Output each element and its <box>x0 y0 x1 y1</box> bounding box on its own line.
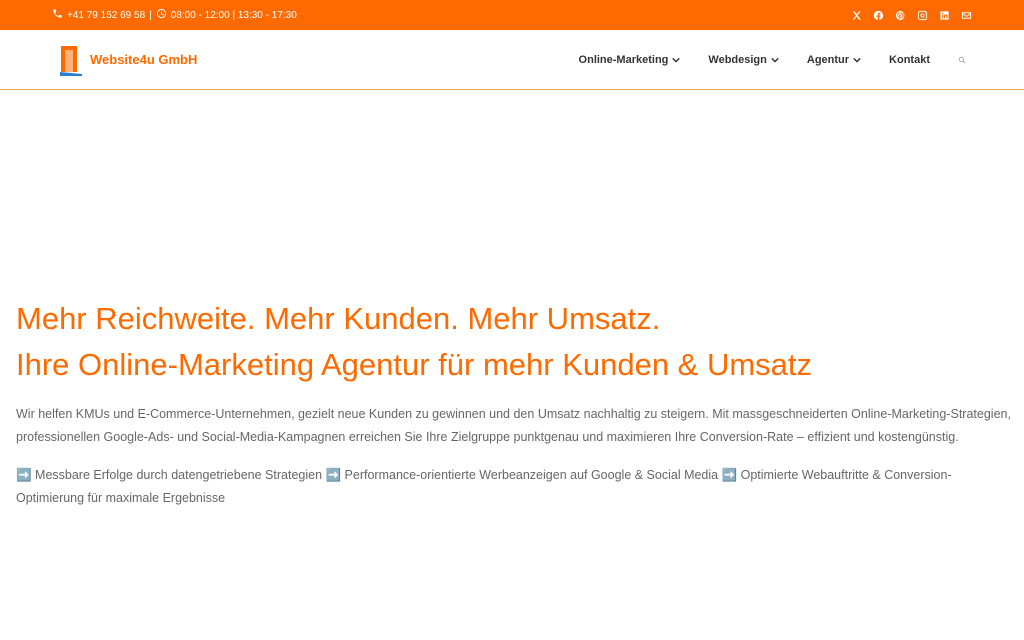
phone-number[interactable]: +41 79 152 69 58 <box>67 10 145 21</box>
logo-mark-icon <box>60 45 82 76</box>
site-header: Website4u GmbH Online-Marketing Webdesig… <box>0 30 1024 90</box>
nav-label: Webdesign <box>708 53 767 66</box>
linkedin-icon[interactable] <box>938 9 950 21</box>
hero-headline-2: Ihre Online-Marketing Agentur für mehr K… <box>16 347 813 382</box>
mail-icon[interactable] <box>960 9 972 21</box>
instagram-icon[interactable] <box>916 9 928 21</box>
nav-agentur[interactable]: Agentur <box>807 54 861 66</box>
chevron-down-icon <box>672 57 681 63</box>
top-bar: +41 79 152 69 58 | 08:00 - 12:00 | 13:30… <box>0 0 1024 30</box>
pinterest-icon[interactable] <box>894 9 906 21</box>
main-nav: Online-Marketing Webdesign Agentur Konta… <box>579 54 966 66</box>
opening-hours: 08:00 - 12:00 | 13:30 - 17:30 <box>170 9 297 21</box>
nav-label: Kontakt <box>889 53 930 66</box>
divider: | <box>149 9 152 21</box>
hero-intro: Wir helfen KMUs und E-Commerce-Unternehm… <box>16 407 1011 444</box>
nav-label: Agentur <box>806 53 850 66</box>
social-links <box>850 9 972 21</box>
hero-benefits: ➡️ Messbare Erfolge durch datengetrieben… <box>16 468 952 505</box>
nav-webdesign[interactable]: Webdesign <box>708 53 779 66</box>
search-icon <box>958 56 966 63</box>
chevron-down-icon <box>853 57 861 63</box>
facebook-icon[interactable] <box>872 9 884 21</box>
phone-icon <box>52 8 63 22</box>
clock-icon <box>156 8 167 22</box>
search-button[interactable] <box>958 56 966 64</box>
contact-info: +41 79 152 69 58 | 08:00 - 12:00 | 13:30… <box>52 8 297 22</box>
brand-logo[interactable]: Website4u GmbH <box>58 44 197 76</box>
nav-kontakt[interactable]: Kontakt <box>889 54 930 66</box>
nav-online-marketing[interactable]: Online-Marketing <box>579 54 681 66</box>
chevron-down-icon <box>771 57 779 63</box>
hero-section: Mehr Reichweite. Mehr Kunden. Mehr Umsat… <box>16 296 1016 510</box>
brand-name: Website4u GmbH <box>90 52 198 67</box>
x-icon[interactable] <box>850 9 862 21</box>
hero-headline-1: Mehr Reichweite. Mehr Kunden. Mehr Umsat… <box>16 301 661 336</box>
nav-label: Online-Marketing <box>578 53 669 66</box>
